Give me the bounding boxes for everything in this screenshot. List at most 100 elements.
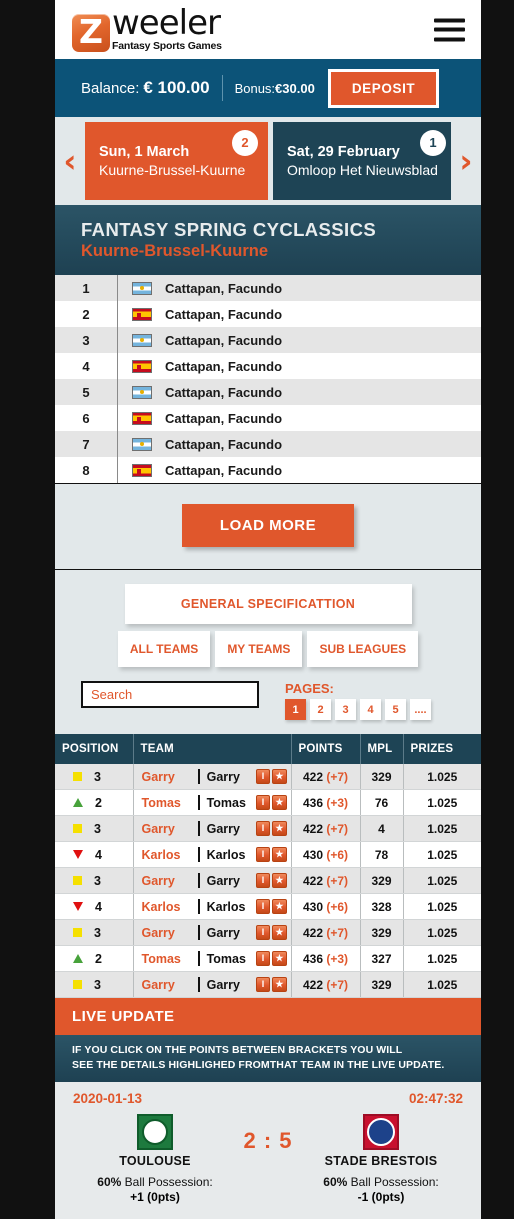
hamburger-menu-icon[interactable] xyxy=(434,18,465,41)
divider xyxy=(197,795,200,810)
general-specification-button[interactable]: GENERAL SPECIFICATTION xyxy=(124,584,412,624)
cell-points: 436 (+3) xyxy=(291,789,361,816)
star-badge-icon[interactable]: ★ xyxy=(272,977,287,992)
info-badge-icon[interactable]: I xyxy=(255,769,271,784)
list-item[interactable]: 2 Cattapan, Facundo xyxy=(55,301,481,327)
star-badge-icon[interactable]: ★ xyxy=(272,951,287,966)
rider-flag-cell xyxy=(118,411,165,425)
table-row[interactable]: 3 Garry Garry I ★ 422 (+7) 329 1.025 xyxy=(55,867,481,894)
chevron-left-icon[interactable]: ‹ xyxy=(55,145,85,177)
app-page: Z weeler Fantasy Sports Games Balance: €… xyxy=(55,0,481,1219)
info-badge-icon[interactable]: I xyxy=(255,873,271,888)
points-value: 422 xyxy=(302,769,323,784)
load-more-button[interactable]: LOAD MORE xyxy=(181,504,355,547)
list-item[interactable]: 8 Cattapan, Facundo xyxy=(55,457,481,483)
list-item[interactable]: 1 Cattapan, Facundo xyxy=(55,275,481,301)
cell-mpl: 76 xyxy=(360,789,404,816)
cell-mpl: 4 xyxy=(360,815,404,842)
tab-my-teams[interactable]: MY TEAMS xyxy=(215,631,303,667)
list-item[interactable]: 3 Cattapan, Facundo xyxy=(55,327,481,353)
team-owner: Karlos xyxy=(141,847,181,862)
info-badge-icon[interactable]: I xyxy=(255,847,271,862)
tab-sub-leagues[interactable]: SUB LEAGUES xyxy=(307,631,419,667)
position-number: 3 xyxy=(94,769,101,784)
site-header: Z weeler Fantasy Sports Games xyxy=(55,0,481,59)
team-name: Tomas xyxy=(206,795,246,810)
rider-name: Cattapan, Facundo xyxy=(165,384,283,400)
table-row[interactable]: 2 Tomas Tomas I ★ 436 (+3) 327 1.025 xyxy=(55,945,481,972)
points-delta[interactable]: (+7) xyxy=(326,874,348,888)
table-row[interactable]: 3 Garry Garry I ★ 422 (+7) 4 1.025 xyxy=(55,815,481,842)
team-name: Garry xyxy=(206,977,240,992)
position-number: 3 xyxy=(94,873,101,888)
column-team[interactable]: TEAM xyxy=(133,734,292,764)
tab-all-teams[interactable]: ALL TEAMS xyxy=(117,631,211,667)
info-badge-icon[interactable]: I xyxy=(255,795,271,810)
info-badge-icon[interactable]: I xyxy=(255,925,271,940)
points-delta[interactable]: (+6) xyxy=(326,848,348,862)
info-badge-icon[interactable]: I xyxy=(255,977,271,992)
trend-down-icon xyxy=(73,850,83,860)
table-row[interactable]: 4 Karlos Karlos I ★ 430 (+6) 328 1.025 xyxy=(55,893,481,920)
info-badge-icon[interactable]: I xyxy=(255,899,271,914)
flag-argentina-icon xyxy=(131,437,152,451)
info-badge-icon[interactable]: I xyxy=(255,821,271,836)
star-badge-icon[interactable]: ★ xyxy=(272,873,287,888)
list-item[interactable]: 4 Cattapan, Facundo xyxy=(55,353,481,379)
page-button-4[interactable]: 4 xyxy=(360,699,381,720)
table-row[interactable]: 3 Garry Garry I ★ 422 (+7) 329 1.025 xyxy=(55,971,481,998)
competition-header: FANTASY SPRING CYCLASSICS Kuurne-Brussel… xyxy=(55,205,481,275)
page-button-1[interactable]: 1 xyxy=(285,699,306,720)
table-row[interactable]: 2 Tomas Tomas I ★ 436 (+3) 76 1.025 xyxy=(55,789,481,816)
page-button-3[interactable]: 3 xyxy=(335,699,356,720)
rider-flag-cell xyxy=(118,307,165,321)
column-mpl[interactable]: MPL xyxy=(360,734,404,764)
star-badge-icon[interactable]: ★ xyxy=(272,795,287,810)
points-delta[interactable]: (+3) xyxy=(326,796,348,810)
points-delta[interactable]: (+7) xyxy=(326,770,348,784)
star-badge-icon[interactable]: ★ xyxy=(272,925,287,940)
points-delta[interactable]: (+6) xyxy=(326,900,348,914)
points-delta[interactable]: (+7) xyxy=(326,822,348,836)
star-badge-icon[interactable]: ★ xyxy=(272,769,287,784)
points-delta[interactable]: (+7) xyxy=(326,978,348,992)
page-button-5[interactable]: 5 xyxy=(385,699,406,720)
list-item[interactable]: 7 Cattapan, Facundo xyxy=(55,431,481,457)
logo-z-mark: Z xyxy=(72,13,110,52)
info-badge-icon[interactable]: I xyxy=(255,951,271,966)
home-team: TOULOUSE 60% Ball Possession: +1 (0pts) xyxy=(80,1114,230,1204)
cell-mpl: 329 xyxy=(360,764,404,790)
table-row[interactable]: 3 Garry Garry I ★ 422 (+7) 329 1.025 xyxy=(55,919,481,946)
cell-prize: 1.025 xyxy=(403,764,481,790)
list-item[interactable]: 5 Cattapan, Facundo xyxy=(55,379,481,405)
date-tab-active[interactable]: Sun, 1 March Kuurne-Brussel-Kuurne 2 xyxy=(85,121,268,200)
points-delta[interactable]: (+7) xyxy=(326,926,348,940)
column-prizes[interactable]: PRIZES xyxy=(403,734,481,764)
column-position[interactable]: POSITION xyxy=(55,734,134,764)
rider-name: Cattapan, Facundo xyxy=(165,280,283,296)
list-item[interactable]: 6 Cattapan, Facundo xyxy=(55,405,481,431)
deposit-button[interactable]: DEPOSIT xyxy=(327,68,440,108)
table-row[interactable]: 4 Karlos Karlos I ★ 430 (+6) 78 1.025 xyxy=(55,841,481,868)
position-number: 3 xyxy=(94,925,101,940)
cell-position: 2 xyxy=(55,789,134,816)
divider xyxy=(197,977,200,992)
table-row[interactable]: 3 Garry Garry I ★ 422 (+7) 329 1.025 xyxy=(55,764,481,790)
cell-team: Tomas Tomas I ★ xyxy=(133,945,292,972)
star-badge-icon[interactable]: ★ xyxy=(272,899,287,914)
search-input[interactable] xyxy=(81,681,259,708)
page-button-2[interactable]: 2 xyxy=(310,699,331,720)
column-points[interactable]: POINTS xyxy=(291,734,361,764)
site-logo[interactable]: Z weeler Fantasy Sports Games xyxy=(72,6,222,52)
home-possession: 60% Ball Possession: xyxy=(80,1175,230,1189)
page-button-more[interactable]: .... xyxy=(410,699,431,720)
team-owner: Garry xyxy=(141,977,175,992)
points-delta[interactable]: (+3) xyxy=(326,952,348,966)
star-badge-icon[interactable]: ★ xyxy=(272,847,287,862)
star-badge-icon[interactable]: ★ xyxy=(272,821,287,836)
rider-name: Cattapan, Facundo xyxy=(165,436,283,452)
date-tab[interactable]: Sat, 29 February Omloop Het Nieuwsblad 1 xyxy=(273,121,451,200)
cell-prize: 1.025 xyxy=(403,789,481,816)
rider-list: 1 Cattapan, Facundo 2 Cattapan, Facundo … xyxy=(55,275,481,483)
chevron-right-icon[interactable]: › xyxy=(451,145,481,177)
